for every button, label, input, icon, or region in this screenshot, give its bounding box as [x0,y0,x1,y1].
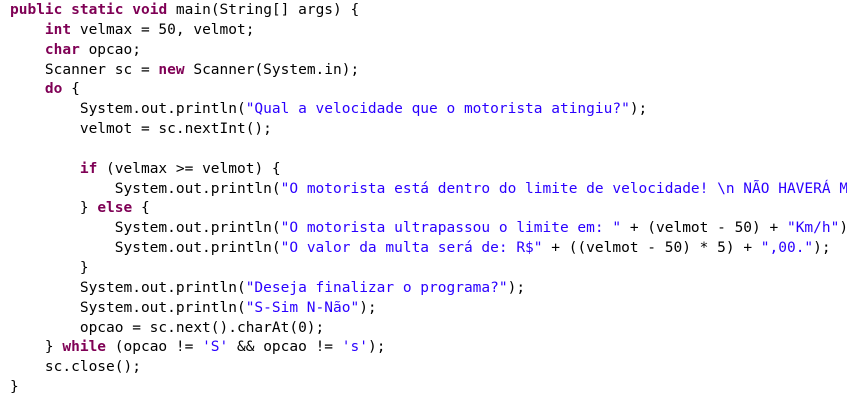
code-line: System.out.println("O motorista está den… [10,180,847,200]
code-token: } [10,200,98,217]
keyword-token: do [44,81,63,98]
code-line: System.out.println("Qual a velocidade qu… [10,100,847,120]
code-line: velmot = sc.nextInt(); [10,120,847,140]
string-token: "O valor da multa será de: R$" [280,240,543,257]
code-token: System.out.println( [10,101,246,118]
code-block: public static void main(String[] args) {… [10,1,847,398]
code-token: + ((velmot - 50) * 5) + [542,240,761,257]
string-token: "Km/h" [786,220,840,237]
keyword-token: while [62,339,107,356]
string-token: 'S' [202,339,229,356]
code-line: int velmax = 50, velmot; [10,21,847,41]
keyword-token: else [97,200,133,217]
code-line: do { [10,80,847,100]
code-token: main(String[] args) { [167,2,360,18]
code-line: Scanner sc = new Scanner(System.in); [10,61,847,81]
code-token: Scanner sc = [10,61,159,78]
code-token: } [10,339,63,356]
code-line: opcao = sc.next().charAt(0); [10,319,847,339]
code-token: Scanner(System.in); [184,61,360,78]
code-line: char opcao; [10,41,847,61]
code-line: } [10,378,847,398]
code-token: opcao = sc.next().charAt(0); [10,319,325,336]
keyword-token: public [10,2,63,18]
code-token: + (velmot - 50) + [621,220,787,237]
keyword-token: if [79,160,98,177]
code-line: System.out.println("O motorista ultrapas… [10,219,847,239]
code-token: System.out.println( [10,180,281,197]
code-token: ); [507,279,526,296]
code-token: { [132,200,150,217]
code-token: && opcao != [228,339,342,356]
string-token: "Qual a velocidade que o motorista ating… [245,101,630,118]
string-token: "Deseja finalizar o programa?" [245,279,508,296]
code-token: (opcao != [106,339,203,356]
string-token: 's' [341,339,368,356]
keyword-token: void [132,2,168,18]
code-token: ); [359,299,377,316]
code-token: System.out.println( [10,279,246,296]
code-token: System.out.println( [10,299,246,316]
code-line: } else { [10,199,847,219]
keyword-token: new [158,61,185,78]
code-token: ); [813,240,831,257]
code-token: velmot = sc.nextInt(); [10,121,272,138]
code-line: System.out.println("Deseja finalizar o p… [10,279,847,299]
code-line: System.out.println("S-Sim N-Não"); [10,299,847,319]
code-token: } [10,379,19,396]
keyword-token: int [44,21,72,38]
code-token: } [10,259,89,276]
code-token: ); [367,339,386,356]
string-token: ",00." [760,240,814,257]
code-token: { [62,81,80,98]
code-token: ); [629,101,648,118]
code-line: } while (opcao != 'S' && opcao != 's'); [10,338,847,358]
code-token: velmax = 50, velmot; [71,21,255,38]
code-line: System.out.println("O valor da multa ser… [10,239,847,259]
code-token: sc.close(); [10,359,141,376]
keyword-token: char [44,41,80,58]
string-token: "O motorista ultrapassou o limite em: " [280,220,622,237]
code-token: System.out.println( [10,240,281,257]
code-line: public static void main(String[] args) { [10,1,847,21]
code-line: sc.close(); [10,358,847,378]
keyword-token: static [71,2,124,18]
code-token: (velmax >= velmot) { [97,160,281,177]
code-token: ); [839,220,847,236]
string-token: "S-Sim N-Não" [245,299,360,316]
string-token: "O motorista está dentro do limite de ve… [280,180,847,197]
code-line: } [10,259,847,279]
code-token: opcao; [79,41,141,58]
code-line: if (velmax >= velmot) { [10,160,847,180]
code-editor[interactable]: public static void main(String[] args) {… [0,0,847,403]
code-token: System.out.println( [10,220,281,237]
